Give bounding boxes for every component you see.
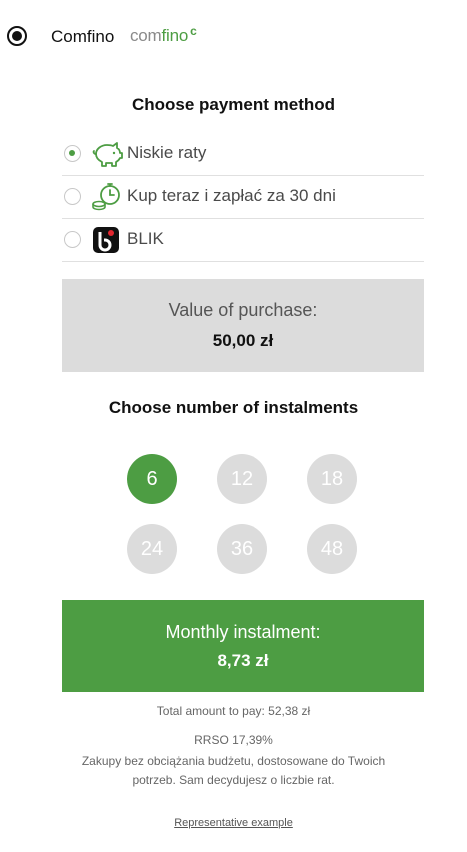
method-radio[interactable] [64,188,81,205]
instalment-option-6[interactable]: 6 [127,454,177,504]
representative-example-link[interactable]: Representative example [0,817,467,829]
blik-logo-icon [93,227,119,253]
method-label: BLIK [127,229,164,248]
purchase-value-box: Value of purchase: 50,00 zł [62,279,424,372]
purchase-value-label: Value of purchase: [168,300,318,320]
coins-clock-icon [92,183,120,211]
monthly-instalment-value: 8,73 zł [217,651,269,670]
purchase-value: 50,00 zł [212,331,274,350]
instalment-option-24[interactable]: 24 [127,524,177,574]
instalment-options: 6 12 18 24 36 48 [127,454,357,576]
monthly-instalment-label: Monthly instalment: [165,622,321,642]
monthly-instalment-box: Monthly instalment: 8,73 zł [62,600,424,692]
method-radio[interactable] [64,231,81,248]
instalment-option-18[interactable]: 18 [307,454,357,504]
offer-description: Zakupy bez obciążania budżetu, dostosowa… [81,754,386,787]
instalment-option-12[interactable]: 12 [217,454,267,504]
total-amount-text: Total amount to pay: 52,38 zł [156,704,311,718]
instalment-option-48[interactable]: 48 [307,524,357,574]
method-radio[interactable] [64,145,81,162]
payment-method-list: Niskie raty Kup teraz i zapłać za 30 dni… [62,133,424,262]
piggy-bank-icon [92,142,123,167]
provider-header[interactable]: Comfino comfino c [0,20,467,50]
payment-method-title: Choose payment method [131,95,336,114]
comfino-logo: comfino c [130,24,197,45]
instalment-option-36[interactable]: 36 [217,524,267,574]
method-label: Niskie raty [127,143,207,162]
rrso-text: RRSO 17,39% [194,733,273,747]
method-option-blik[interactable]: BLIK [62,219,424,262]
method-option-niskie-raty[interactable]: Niskie raty [62,133,424,176]
instalments-title: Choose number of instalments [108,398,359,417]
method-option-pay-later[interactable]: Kup teraz i zapłać za 30 dni [62,176,424,219]
provider-radio[interactable] [7,26,27,46]
provider-name: Comfino [51,27,115,46]
method-label: Kup teraz i zapłać za 30 dni [127,186,336,205]
